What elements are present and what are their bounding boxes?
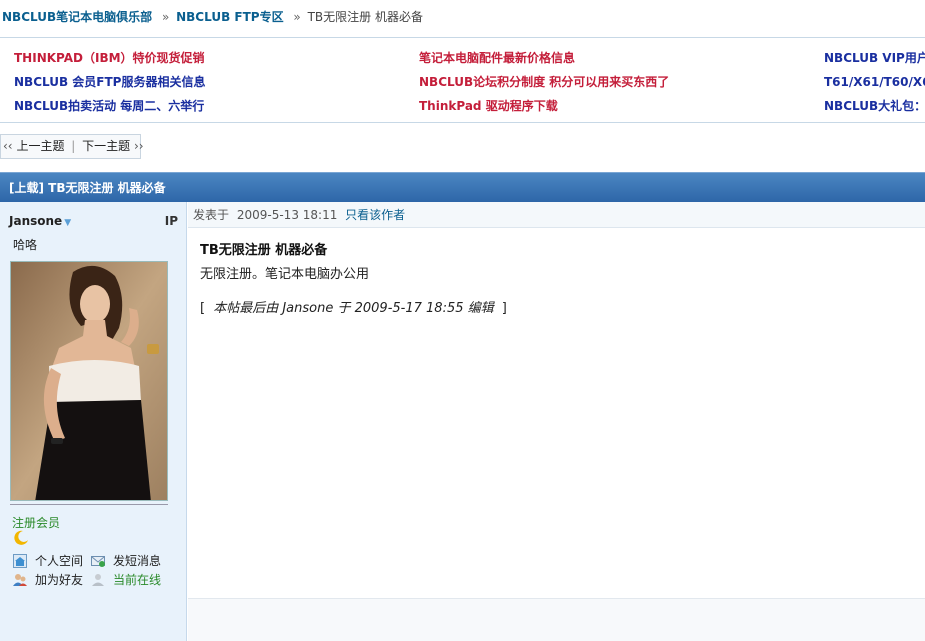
post-date: 2009-5-13 18:11 (236, 208, 338, 222)
personal-space-link[interactable]: 个人空间 (13, 552, 83, 569)
author-sidebar: Jansone ▼ IP 哈咯 注册会员 个人空间 发短消息 加为好友 当前在线 (0, 202, 187, 641)
announcement-link[interactable]: 笔记本电脑配件最新价格信息 (419, 49, 575, 66)
breadcrumb: NBCLUB笔记本电脑俱乐部 » NBCLUB FTP专区 » TB无限注册 机… (2, 8, 423, 26)
message-icon (91, 555, 105, 567)
author-name[interactable]: Jansone ▼ (9, 214, 71, 228)
personal-space-label[interactable]: 个人空间 (35, 552, 83, 569)
announcement-link[interactable]: NBCLUB大礼包：9 (824, 97, 925, 114)
announcement-box: THINKPAD（IBM）特价现货促销 笔记本电脑配件最新价格信息 NBCLUB… (0, 37, 925, 123)
announcement-link[interactable]: ThinkPad 驱动程序下载 (419, 97, 558, 114)
next-thread-link[interactable]: 下一主题 (82, 139, 130, 153)
send-message-label[interactable]: 发短消息 (113, 552, 161, 569)
post-meta-prefix: 发表于 (193, 208, 230, 222)
thread-title-bar: [上载] TB无限注册 机器必备 (0, 172, 925, 202)
announcement-link[interactable]: NBCLUB 会员FTP服务器相关信息 (14, 73, 205, 90)
post-meta-bar: 发表于 2009-5-13 18:11 只看该作者 (188, 202, 925, 228)
chevron-down-icon[interactable]: ▼ (64, 218, 71, 228)
online-status-label: 当前在线 (113, 573, 162, 587)
moon-rank-icon (14, 530, 28, 545)
user-online-icon (92, 573, 104, 586)
announcement-link[interactable]: NBCLUB拍卖活动 每周二、六举行 (14, 97, 204, 114)
avatar-image (11, 262, 167, 500)
next-arrow-icon: ›› (134, 139, 144, 153)
avatar-divider (10, 504, 168, 505)
post-title: TB无限注册 机器必备 (200, 243, 328, 258)
breadcrumb-separator: » (293, 10, 301, 24)
post-content-area: 发表于 2009-5-13 18:11 只看该作者 TB无限注册 机器必备 无限… (188, 202, 925, 641)
avatar[interactable] (10, 261, 168, 501)
add-friend-link[interactable]: 加为好友 (13, 571, 83, 588)
ip-link[interactable]: IP (165, 214, 178, 228)
only-author-link[interactable]: 只看该作者 (345, 208, 405, 222)
home-icon (13, 553, 27, 568)
edit-note: [ 本帖最后由 Jansone 于 2009-5-17 18:55 编辑 ] (200, 297, 507, 316)
edit-note-text: 本帖最后由 Jansone 于 2009-5-17 18:55 编辑 (213, 301, 494, 316)
breadcrumb-forum-link[interactable]: NBCLUB FTP专区 (176, 10, 283, 24)
edit-note-bracket: ] (501, 301, 507, 316)
breadcrumb-home-link[interactable]: NBCLUB笔记本电脑俱乐部 (2, 10, 152, 24)
post-action-bar (188, 598, 925, 641)
announcement-link[interactable]: THINKPAD（IBM）特价现货促销 (14, 49, 205, 66)
announcement-link[interactable]: T61/X61/T60/X60笔 (824, 73, 925, 90)
online-status: 当前在线 (91, 571, 161, 588)
prev-arrow-icon: ‹‹ (3, 139, 13, 153)
thread-pager: ‹‹ 上一主题 | 下一主题 ›› (0, 134, 144, 159)
user-role: 注册会员 (12, 516, 61, 530)
send-message-link[interactable]: 发短消息 (91, 552, 161, 569)
breadcrumb-separator: » (161, 10, 170, 24)
announcement-link[interactable]: NBCLUB VIP用户申 (824, 49, 925, 66)
breadcrumb-current: TB无限注册 机器必备 (307, 10, 423, 24)
author-nickname: 哈咯 (13, 238, 38, 252)
author-name-text[interactable]: Jansone (9, 214, 62, 228)
add-friend-icon (13, 573, 27, 586)
post-body: 无限注册。笔记本电脑办公用 (200, 267, 370, 282)
edit-note-bracket: [ (200, 301, 206, 316)
prev-thread-link[interactable]: 上一主题 (16, 139, 64, 153)
announcement-link[interactable]: NBCLUB论坛积分制度 积分可以用来买东西了 (419, 73, 669, 90)
pager-divider: | (71, 139, 76, 153)
add-friend-label[interactable]: 加为好友 (35, 571, 83, 588)
